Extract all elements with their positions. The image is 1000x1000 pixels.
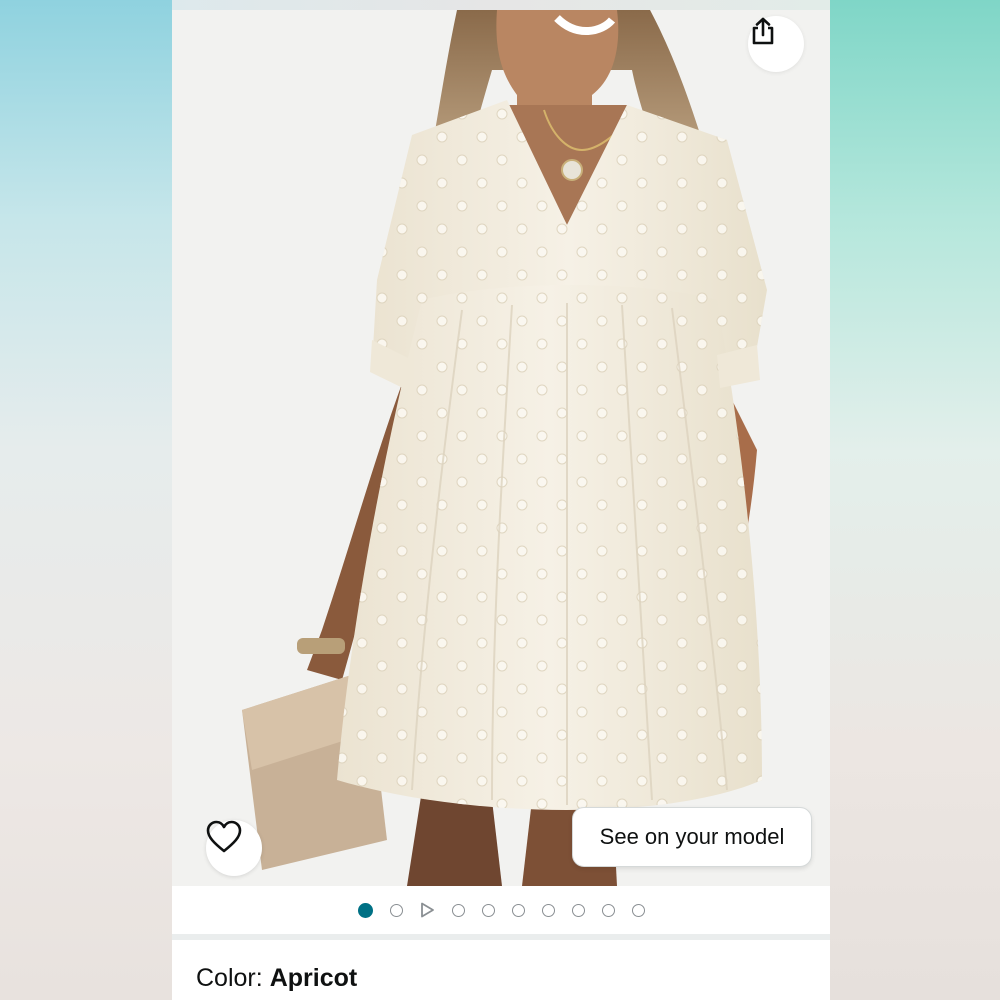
carousel-dot-4[interactable]: [451, 903, 465, 917]
background-left: [0, 0, 172, 1000]
heart-outline-icon: [206, 820, 242, 853]
share-button[interactable]: [748, 16, 804, 72]
share-icon: [752, 17, 774, 45]
carousel-dot-10[interactable]: [631, 903, 645, 917]
carousel-video-play-icon[interactable]: [419, 902, 435, 918]
carousel-dot-1[interactable]: [357, 902, 373, 918]
carousel-indicator: [172, 886, 830, 934]
wishlist-button[interactable]: [206, 820, 262, 876]
carousel-dot-6[interactable]: [511, 903, 525, 917]
carousel-dot-9[interactable]: [601, 903, 615, 917]
background-right: [830, 0, 1000, 1000]
see-on-your-model-button[interactable]: See on your model: [572, 807, 812, 867]
product-photo: [172, 10, 830, 886]
carousel-dot-8[interactable]: [571, 903, 585, 917]
section-divider: [172, 934, 830, 940]
carousel-dot-5[interactable]: [481, 903, 495, 917]
product-page: See on your model Color: Apricot: [172, 10, 830, 1000]
carousel-dot-7[interactable]: [541, 903, 555, 917]
product-image[interactable]: See on your model: [172, 10, 830, 886]
color-variation: Color: Apricot: [196, 960, 357, 996]
color-label: Color:: [196, 963, 263, 992]
color-value: Apricot: [269, 963, 358, 992]
carousel-dot-2[interactable]: [389, 903, 403, 917]
